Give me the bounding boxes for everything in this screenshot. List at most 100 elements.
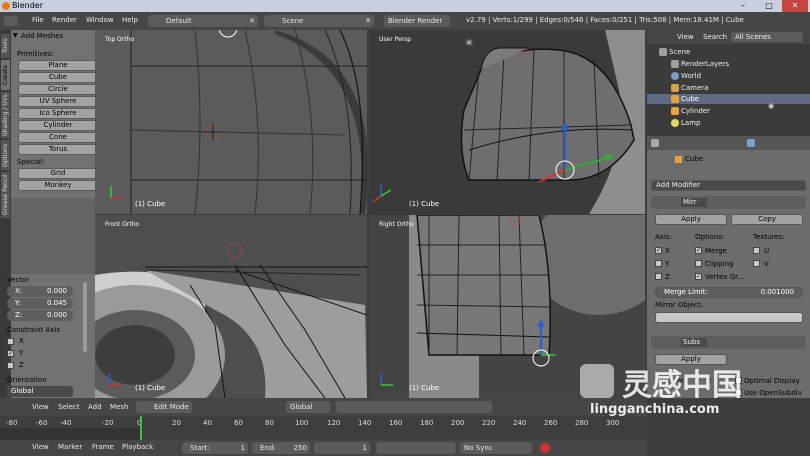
- sync-dropdown[interactable]: No Sync: [460, 442, 532, 454]
- menu-render[interactable]: Render: [52, 16, 77, 24]
- mirror-object-field[interactable]: [655, 312, 803, 323]
- timeline-tick: 240: [513, 419, 527, 427]
- collapse-arrow-icon[interactable]: ▼: [13, 32, 18, 39]
- vector-x-field[interactable]: X: 0.000: [7, 286, 73, 297]
- snap-toolbar-icons[interactable]: [336, 401, 492, 413]
- record-button[interactable]: [540, 443, 550, 453]
- menu-select[interactable]: Select: [58, 403, 80, 411]
- add-meshes-header[interactable]: Add Meshes: [21, 32, 63, 40]
- outliner-item-cylinder[interactable]: Cylinder: [681, 107, 710, 115]
- orientation-dropdown[interactable]: Global: [286, 401, 330, 413]
- add-torus-button[interactable]: Torus: [18, 144, 98, 155]
- mirror-options-label: Options:: [695, 233, 725, 241]
- add-uv-sphere-button[interactable]: UV Sphere: [18, 96, 98, 107]
- mirror-axis-x-label: X: [665, 247, 670, 255]
- merge-limit-field[interactable]: Merge Limit: 0.001000: [655, 287, 803, 298]
- mode-dropdown[interactable]: Edit Mode: [136, 401, 192, 413]
- outliner-item-scene[interactable]: Scene: [669, 48, 690, 56]
- menu-marker[interactable]: Marker: [58, 443, 82, 451]
- orientation-dropdown[interactable]: Global: [7, 386, 73, 397]
- constraint-x-checkbox[interactable]: [7, 338, 14, 345]
- menu-window[interactable]: Window: [86, 16, 114, 24]
- mirror-u-checkbox[interactable]: [753, 247, 760, 254]
- menu-frame[interactable]: Frame: [92, 443, 114, 451]
- viewport-label: Front Ortho: [105, 221, 140, 228]
- vector-y-field[interactable]: Y: 0.045: [7, 298, 73, 309]
- vector-z-field[interactable]: Z: 0.000: [7, 310, 73, 321]
- tab-options[interactable]: Options: [1, 140, 10, 170]
- user-persp-scene: ✳: [369, 30, 645, 214]
- shelf-scrollbar[interactable]: [83, 282, 87, 352]
- constraint-y-checkbox[interactable]: ✓: [7, 350, 14, 357]
- menu-timeline-view[interactable]: View: [32, 443, 49, 451]
- add-ico-sphere-button[interactable]: Ico Sphere: [18, 108, 98, 119]
- outliner-view-menu[interactable]: View: [677, 33, 694, 41]
- end-frame-field[interactable]: End: 250: [252, 442, 310, 454]
- mirror-object-label: Mirror Object:: [655, 301, 704, 309]
- current-frame-field[interactable]: 1: [314, 442, 370, 454]
- outliner-item-cube[interactable]: Cube: [681, 95, 699, 103]
- menu-help[interactable]: Help: [122, 16, 138, 24]
- tab-grease-pencil[interactable]: Grease Pencil: [1, 172, 10, 218]
- outliner-search-menu[interactable]: Search: [703, 33, 727, 41]
- close-icon[interactable]: ✕: [249, 15, 255, 27]
- render-engine-dropdown[interactable]: Blender Render: [384, 15, 450, 27]
- start-frame-field[interactable]: Start: 1: [182, 442, 248, 454]
- add-plane-button[interactable]: Plane: [18, 60, 98, 71]
- mirror-vertex-groups-checkbox[interactable]: ✓: [695, 273, 702, 280]
- timeline-tick: -20: [102, 419, 114, 427]
- mirror-v-checkbox[interactable]: [753, 260, 760, 267]
- outliner-item-camera[interactable]: Camera: [681, 84, 708, 92]
- maximize-button[interactable]: □: [756, 0, 782, 12]
- playhead[interactable]: [140, 416, 142, 440]
- close-icon[interactable]: ✕: [365, 15, 371, 27]
- viewport-user-persp[interactable]: ✳ User Persp (1) Cube: [369, 30, 645, 214]
- playback-controls[interactable]: [376, 442, 456, 454]
- tab-create[interactable]: Create: [1, 60, 10, 90]
- outliner-item-world[interactable]: World: [681, 72, 701, 80]
- add-cylinder-button[interactable]: Cylinder: [18, 120, 98, 131]
- add-modifier-dropdown[interactable]: Add Modifier: [651, 180, 806, 191]
- scene-dropdown[interactable]: Scene ✕: [264, 15, 374, 27]
- tab-tools[interactable]: Tools: [1, 34, 10, 58]
- editor-type-icon[interactable]: [4, 16, 18, 26]
- mirror-clipping-checkbox[interactable]: [695, 260, 702, 267]
- menu-add[interactable]: Add: [88, 403, 102, 411]
- menu-playback[interactable]: Playback: [122, 443, 153, 451]
- add-circle-button[interactable]: Circle: [18, 84, 98, 95]
- close-button[interactable]: ✕: [782, 0, 808, 12]
- mirror-axis-x-checkbox[interactable]: ✓: [655, 247, 662, 254]
- mirror-modifier-name[interactable]: Mirr: [681, 198, 707, 207]
- add-cube-button[interactable]: Cube: [18, 72, 98, 83]
- outliner-filter-dropdown[interactable]: All Scenes: [731, 32, 803, 42]
- mirror-axis-z-checkbox[interactable]: [655, 273, 662, 280]
- add-monkey-button[interactable]: Monkey: [18, 180, 98, 191]
- tab-shading-uvs[interactable]: Shading / UVs: [1, 92, 10, 138]
- viewport-front-ortho[interactable]: Front Ortho (1) Cube: [95, 215, 367, 398]
- timeline-ruler[interactable]: -80 -60 -40 -20 0 20 40 60 80 100 120 14…: [0, 416, 647, 440]
- menu-file[interactable]: File: [32, 16, 44, 24]
- modifier-tab-icon[interactable]: [747, 139, 755, 147]
- mirror-copy-button[interactable]: Copy: [731, 214, 803, 225]
- minimize-button[interactable]: –: [730, 0, 756, 12]
- render-engine-value: Blender Render: [388, 17, 443, 25]
- outliner-item-renderlayers[interactable]: RenderLayers: [681, 60, 729, 68]
- menu-mesh[interactable]: Mesh: [110, 403, 128, 411]
- timeline-tick: -40: [60, 419, 72, 427]
- timeline-tick: 160: [389, 419, 403, 427]
- screen-layout-dropdown[interactable]: Default ✕: [148, 15, 258, 27]
- mirror-axis-y-checkbox[interactable]: [655, 260, 662, 267]
- add-grid-button[interactable]: Grid: [18, 168, 98, 179]
- mirror-merge-checkbox[interactable]: ✓: [695, 247, 702, 254]
- menu-view[interactable]: View: [32, 403, 49, 411]
- timeline-tick: -60: [36, 419, 48, 427]
- constraint-z-checkbox[interactable]: [7, 362, 14, 369]
- merge-limit-value: 0.001000: [760, 288, 794, 296]
- viewport-top-ortho[interactable]: Top Ortho (1) Cube: [95, 30, 367, 214]
- viewport-object-label: (1) Cube: [135, 384, 166, 392]
- add-cone-button[interactable]: Cone: [18, 132, 98, 143]
- render-tab-icon[interactable]: [651, 139, 659, 147]
- subsurf-modifier-name[interactable]: Subs: [681, 338, 707, 347]
- mirror-apply-button[interactable]: Apply: [655, 214, 727, 225]
- outliner-item-lamp[interactable]: Lamp: [681, 119, 700, 127]
